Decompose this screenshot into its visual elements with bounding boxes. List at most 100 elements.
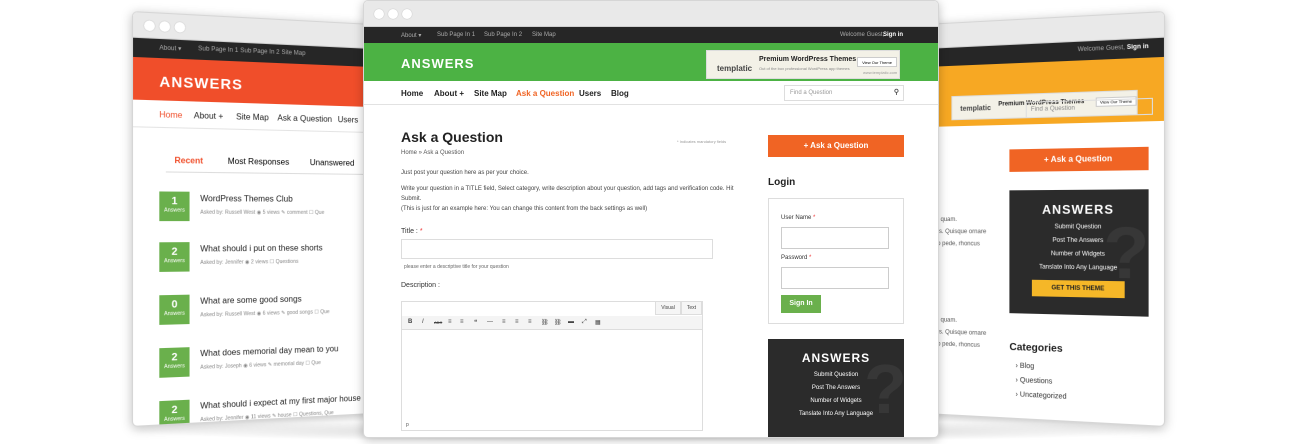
sign-in-link[interactable]: Sign in [883,32,903,38]
question-title[interactable]: What are some good songs [200,294,301,306]
align-center-icon[interactable]: ≡ [515,319,519,325]
description-label: Description : [401,282,440,289]
question-tabs: Recent Most Responses Unanswered [165,149,372,175]
welcome-text: Welcome Guest, [1077,44,1125,54]
username-field[interactable] [781,227,889,249]
fullscreen-icon[interactable]: ⤢ [582,319,587,326]
unlink-icon[interactable]: ⛓ [554,319,562,326]
header-bar: ANSWERS templatic Premium WordPress Them… [364,43,938,81]
nav-about[interactable]: About + [434,89,464,98]
site-logo[interactable]: ANSWERS [401,56,474,71]
snippet-text: to pede, rhoncus [935,341,980,349]
password-label: Password * [781,255,812,261]
bold-icon[interactable]: B [408,319,412,325]
ad-banner[interactable]: templatic Premium WordPress Themes Out o… [706,50,900,79]
ad-title: Premium WordPress Themes [759,56,857,63]
promo-widget: ? ANSWERS Submit Question Post The Answe… [1009,189,1150,317]
question-title[interactable]: What does memorial day mean to you [200,344,338,358]
tab-unanswered[interactable]: Unanswered [310,158,355,168]
tab-most-responses[interactable]: Most Responses [228,157,290,167]
nav-about[interactable]: About + [194,111,223,121]
sign-in-button[interactable]: Sign In [781,295,821,313]
nav-site-map[interactable]: Site Map [474,89,507,98]
tab-recent[interactable]: Recent [174,156,203,166]
snippet-text: us. Quisque ornare [935,229,987,236]
top-link[interactable]: About ▾ [159,44,181,52]
nav-ask-question[interactable]: Ask a Question [516,89,574,98]
italic-icon[interactable]: I [422,319,424,325]
right-browser-window: Welcome Guest, Sign in templatic Premium… [925,11,1166,427]
window-dot-icon [402,9,412,19]
top-link[interactable]: Sub Page In 2 [484,32,522,38]
password-field[interactable] [781,267,889,289]
window-chrome [364,1,938,27]
sign-in-link[interactable]: Sign in [1127,44,1149,51]
description-editor[interactable]: Visual Text B I ABC ≡ ≡ ❝ — ≡ ≡ ≡ ⛓ ⛓ ▬ ⤢… [401,301,703,431]
numbered-list-icon[interactable]: ≡ [460,319,464,325]
promo-widget: ? ANSWERS Submit Question Post The Answe… [768,339,907,437]
intro-note: (This is just for an example here: You c… [401,206,648,212]
answer-count-badge: 0 Answers [159,294,190,325]
window-dot-icon [388,9,398,19]
category-link[interactable]: › Blog [1016,363,1035,371]
search-input[interactable]: Find a Question [1025,97,1153,119]
top-link[interactable]: Sub Page In 2 [240,48,279,56]
top-link[interactable]: Site Map [532,32,556,38]
mandatory-note: * Indicates mandatory fields [677,139,727,144]
category-link[interactable]: › Uncategorized [1016,391,1067,401]
question-title[interactable]: WordPress Themes Club [200,194,293,204]
nav-home[interactable]: Home [401,89,423,98]
login-form: User Name * Password * Sign In [768,198,904,324]
question-mark-icon: ? [864,350,907,428]
read-more-icon[interactable]: ▬ [568,319,574,325]
top-link[interactable]: Site Map [281,50,305,57]
login-heading: Login [768,177,796,188]
blockquote-icon[interactable]: ❝ [474,319,477,326]
window-dot-icon [144,20,155,32]
title-label: Title : * [401,228,423,235]
question-meta: Asked by: Jennifer ◉ 11 views ✎ house ☐ … [200,410,334,424]
tab-text[interactable]: Text [680,301,702,315]
window-dot-icon [174,21,186,33]
intro-text: Just post your question here as per your… [401,170,529,176]
search-input[interactable]: Find a Question ⚲ [784,85,904,101]
nav-users[interactable]: Users [338,115,359,125]
ask-question-form: Ask a Question * Indicates mandatory fie… [401,129,746,289]
ask-question-button[interactable]: + Ask a Question [1009,146,1149,172]
top-link[interactable]: About ▾ [401,32,421,39]
answer-count-badge: 2 Answers [159,242,190,272]
toolbar-toggle-icon[interactable]: ▦ [595,319,601,326]
top-link[interactable]: Sub Page In 1 [437,32,475,38]
question-title[interactable]: What should i put on these shorts [200,243,322,253]
question-meta: Asked by: Joseph ◉ 6 views ✎ memorial da… [200,359,321,371]
nav-users[interactable]: Users [579,89,601,98]
templatic-logo: templatic [717,64,753,73]
title-input[interactable] [401,239,713,259]
align-right-icon[interactable]: ≡ [528,319,532,325]
editor-toolbar: B I ABC ≡ ≡ ❝ — ≡ ≡ ≡ ⛓ ⛓ ▬ ⤢ ▦ [402,316,702,330]
nav-site-map[interactable]: Site Map [236,112,269,122]
bullet-list-icon[interactable]: ≡ [448,319,452,325]
link-icon[interactable]: ⛓ [541,319,549,326]
question-title[interactable]: What should i expect at my first major h… [200,393,371,411]
ad-view-button[interactable]: View Our Theme [857,57,897,67]
top-link[interactable]: Sub Page In 1 [198,46,238,54]
search-icon[interactable]: ⚲ [894,88,899,96]
snippet-text: us. Quisque ornare [935,329,987,337]
horizontal-rule-icon[interactable]: — [487,319,493,325]
center-browser-window: About ▾ Sub Page In 1 Sub Page In 2 Site… [363,0,939,438]
tab-visual[interactable]: Visual [655,301,681,315]
breadcrumb: Home » Ask a Question [401,150,465,156]
nav-blog[interactable]: Blog [611,89,629,98]
strikethrough-icon[interactable]: ABC [434,320,442,325]
answer-count-badge: 2 Answers [159,347,190,378]
ask-question-button[interactable]: + Ask a Question [768,135,904,157]
category-link[interactable]: › Questions [1016,377,1053,386]
nav-ask-question[interactable]: Ask a Question [277,113,332,124]
window-dot-icon [374,9,384,19]
editor-path: p [406,422,409,428]
align-left-icon[interactable]: ≡ [502,319,506,325]
window-dot-icon [159,20,171,33]
question-mark-icon: ? [1103,211,1150,295]
nav-home[interactable]: Home [159,110,182,120]
